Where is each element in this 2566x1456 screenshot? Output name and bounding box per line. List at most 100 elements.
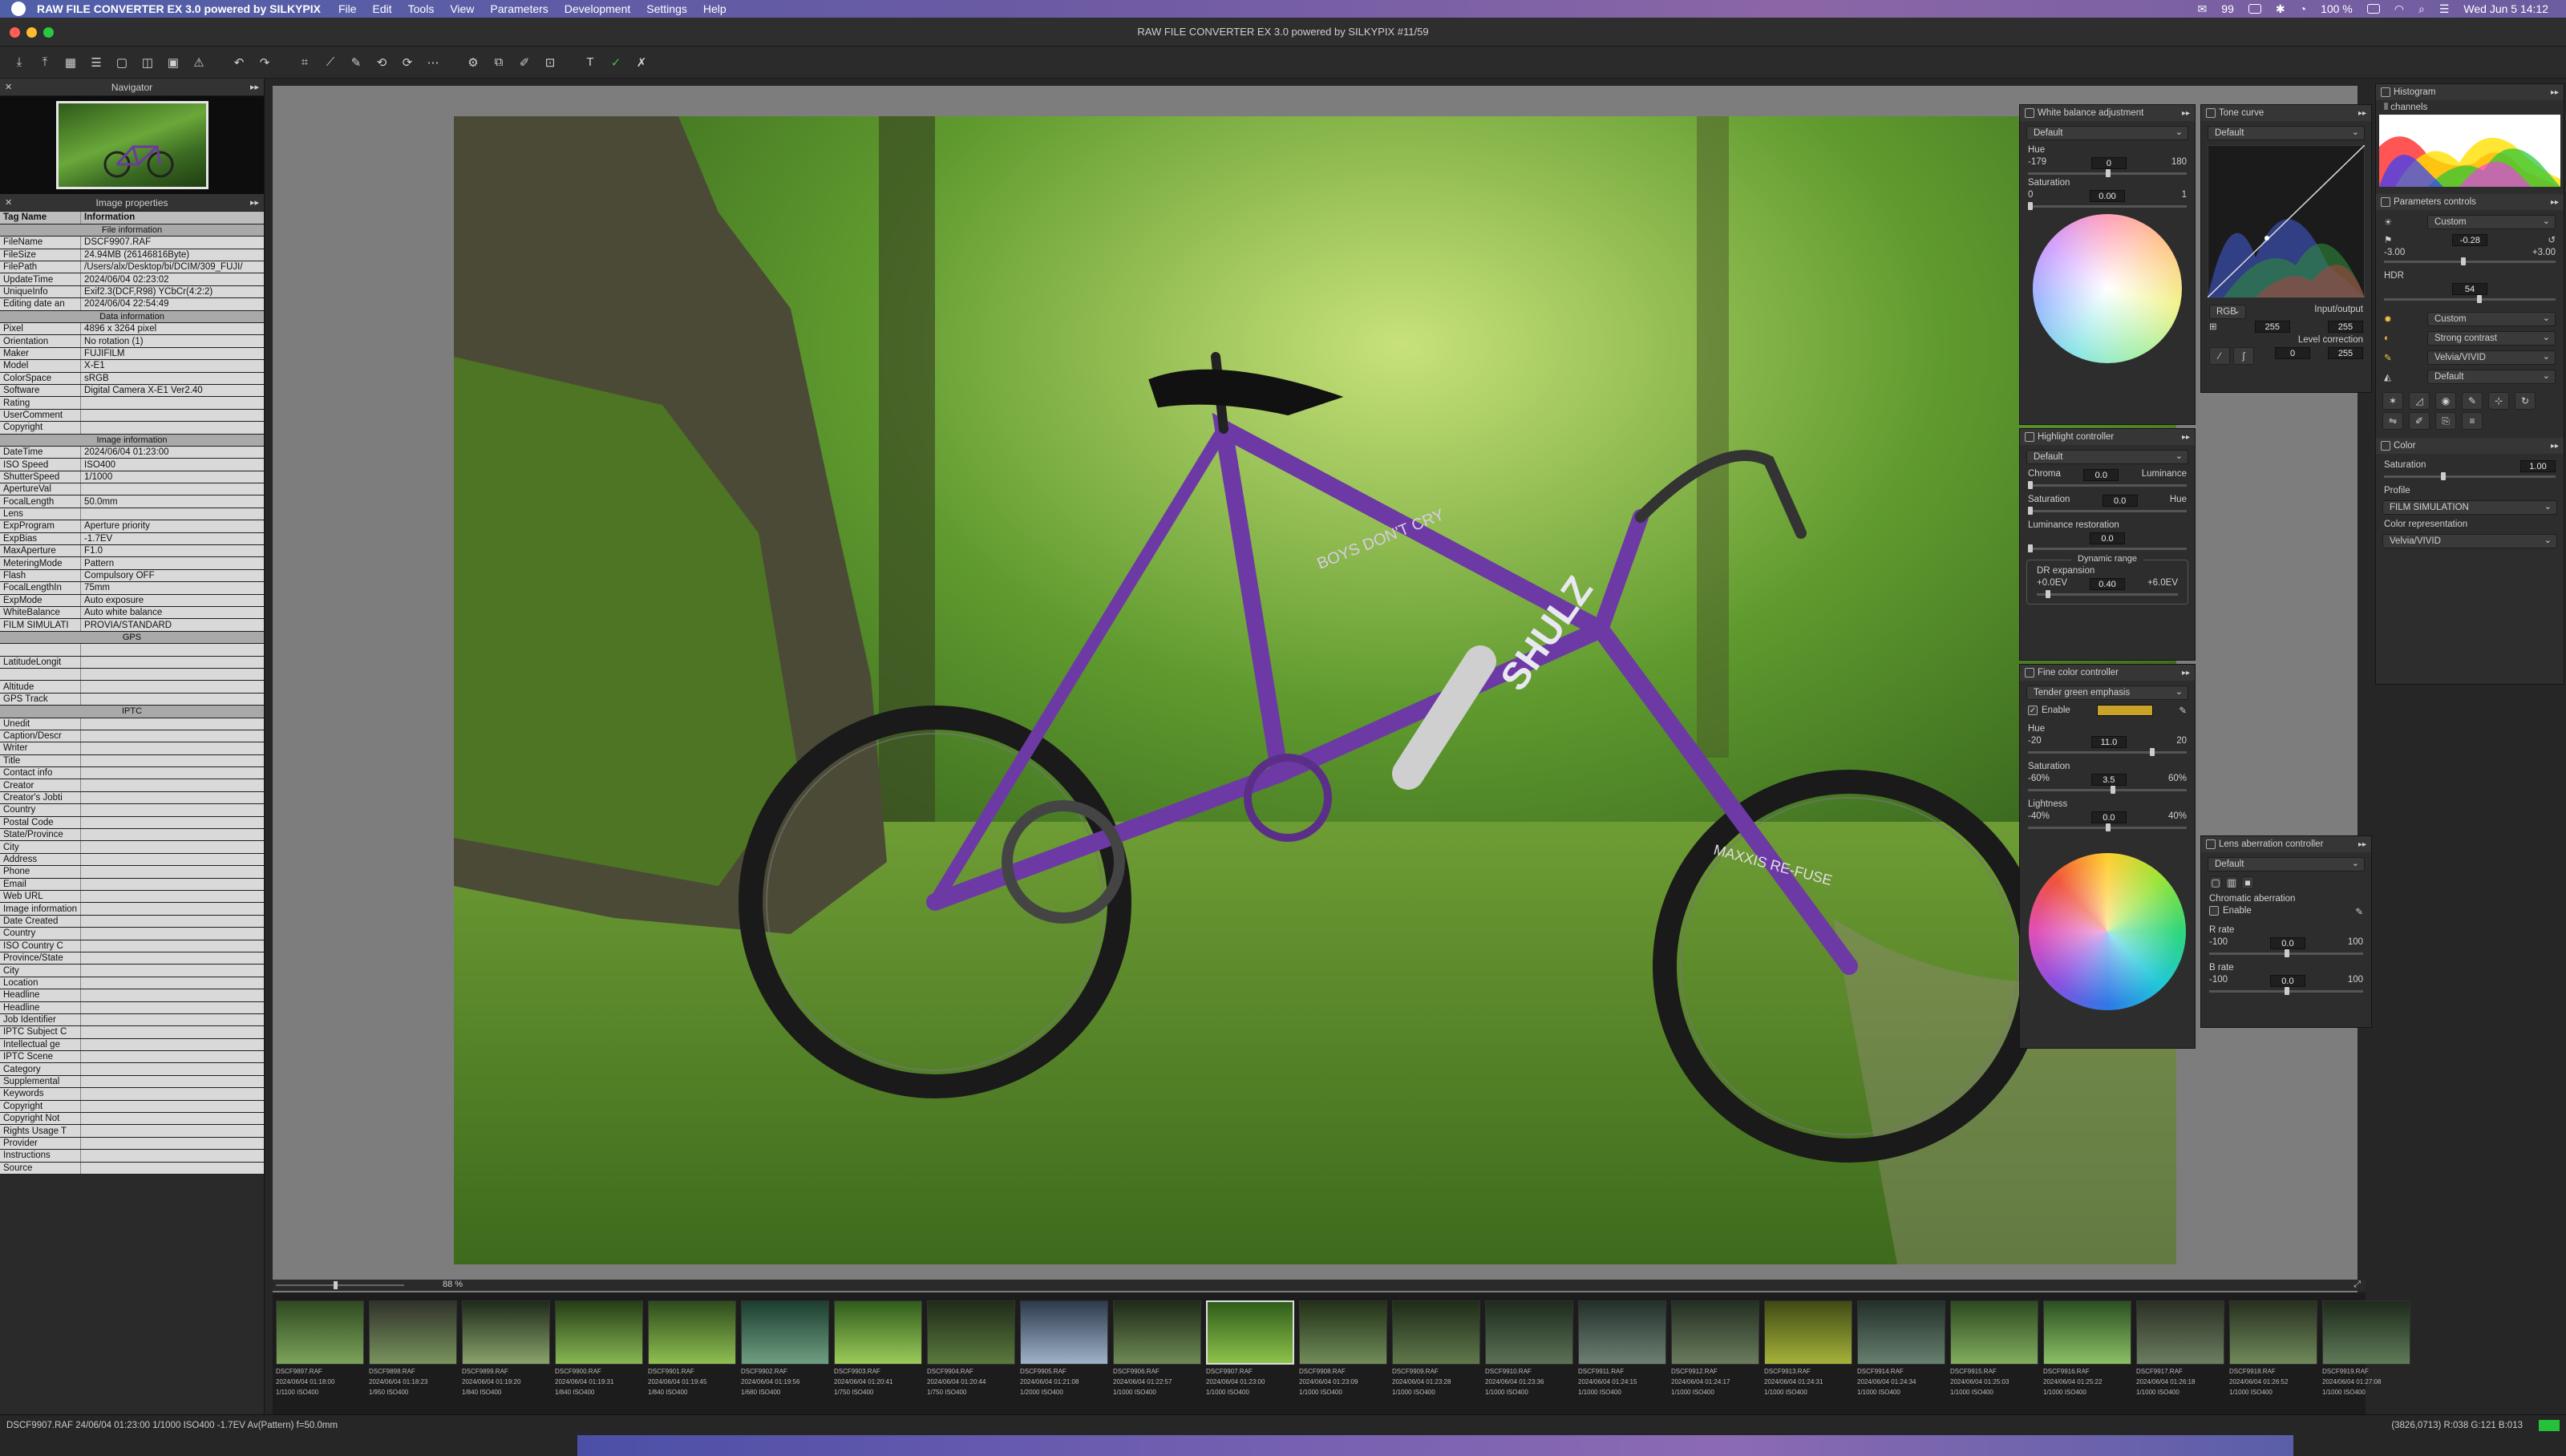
menu-edit[interactable]: Edit [373,2,392,15]
properties-row[interactable]: Creator [0,779,264,792]
curve-icon[interactable]: ◿ [2409,392,2430,410]
properties-row[interactable]: City [0,964,264,977]
thumbnail-image[interactable] [1950,1300,2038,1365]
fine-color-wheel[interactable] [2029,853,2186,1010]
hl-lumrest-slider[interactable] [2028,544,2187,552]
properties-row[interactable]: Editing date an 2024/06/04 22:54:49 [0,297,264,311]
lens-enable-checkbox[interactable] [2209,906,2219,916]
lens-mode-3-button[interactable]: ■ [2241,876,2254,889]
filmstrip-thumbnail[interactable]: DSCF9917.RAF 2024/06/04 01:26:18 1/1000 IS… [2136,1300,2224,1413]
panel-close-icon[interactable]: ▸▸ [2551,198,2559,207]
lens-mode-1-button[interactable]: ▢ [2209,876,2222,889]
wb-hue-knob[interactable] [2106,169,2111,177]
lens-b-knob[interactable] [2285,987,2290,995]
filmstrip-thumbnail[interactable]: DSCF9901.RAF 2024/06/04 01:19:45 1/840 ISO… [648,1300,736,1413]
thumbnail-image[interactable] [1485,1300,1573,1365]
fc-sat-slider[interactable] [2028,786,2187,794]
param-preset[interactable]: Custom [2427,215,2556,229]
hdr-knob[interactable] [2476,295,2482,303]
crop-icon[interactable]: ⌗ [295,54,314,71]
filmstrip-thumbnail[interactable]: DSCF9918.RAF 2024/06/04 01:26:52 1/1000 IS… [2229,1300,2317,1413]
thumbnail-image[interactable] [2136,1300,2224,1365]
develop-icon[interactable]: ⚙ [463,54,483,71]
properties-row[interactable]: Postal Code [0,816,264,830]
straighten-icon[interactable]: ⟋ [321,54,340,71]
thumbnail-image[interactable] [1764,1300,1852,1365]
tone-linear-button[interactable]: ⁄ [2209,347,2230,365]
menu-parameters[interactable]: Parameters [490,2,548,15]
noise-icon[interactable]: ✶ [2382,392,2403,410]
hl-sat-slider[interactable] [2028,507,2187,515]
filmstrip-thumbnail[interactable]: DSCF9916.RAF 2024/06/04 01:25:22 1/1000 IS… [2043,1300,2131,1413]
thumbnail-image[interactable] [462,1300,550,1365]
properties-section[interactable]: IPTC [0,705,264,718]
navigator-collapse-icon[interactable]: ▸▸ [250,82,259,92]
properties-row[interactable]: DateTime 2024/06/04 01:23:00 [0,446,264,459]
properties-row[interactable]: Rating [0,396,264,410]
zoom-slider[interactable] [276,1284,404,1286]
thumbnail-image[interactable] [1299,1300,1387,1365]
redo-icon[interactable]: ↷ [255,54,274,71]
dr-value[interactable]: 0.40 [2090,578,2125,590]
properties-row[interactable]: ColorSpace sRGB [0,372,264,385]
tone-output-value[interactable]: 255 [2327,321,2363,333]
menu-help[interactable]: Help [703,2,726,15]
thumbnail-image[interactable] [648,1300,736,1365]
tone-input-value[interactable]: 255 [2254,321,2290,333]
thumbnail-image[interactable] [834,1300,922,1365]
fine-color-swatch[interactable] [2096,705,2153,716]
properties-row[interactable]: Maker FUJIFILM [0,347,264,361]
dust-icon[interactable]: ⋯ [423,54,443,71]
properties-section[interactable]: File information [0,224,264,237]
properties-row[interactable]: Software Digital Camera X-E1 Ver2.40 [0,384,264,398]
properties-row[interactable]: Unedit [0,718,264,730]
control-center-icon[interactable]: ☰ [2439,2,2450,16]
dr-knob[interactable] [2045,590,2050,598]
properties-row[interactable]: Keywords [0,1087,264,1101]
levels-icon[interactable]: ≡ [2462,412,2483,430]
properties-row[interactable]: Category [0,1062,264,1076]
lens-r-value[interactable]: 0.0 [2269,937,2305,949]
eyedropper-icon[interactable]: ✎ [2179,705,2187,716]
properties-row[interactable]: Web URL [0,890,264,904]
properties-row[interactable]: ShutterSpeed 1/1000 [0,471,264,484]
color-rep-select[interactable]: Velvia/VIVID [2382,534,2557,548]
compare-icon[interactable]: ◫ [138,54,157,71]
properties-row[interactable]: Address [0,853,264,867]
filmstrip-thumbnail[interactable]: DSCF9914.RAF 2024/06/04 01:24:34 1/1000 IS… [1857,1300,1945,1413]
thumbnail-image[interactable] [2043,1300,2131,1365]
app-menu[interactable]: RAW FILE CONVERTER EX 3.0 powered by SIL… [37,2,321,15]
histogram-channels[interactable]: ll channels [2384,103,2556,112]
menubar-clock[interactable]: Wed Jun 5 14:12 [2463,2,2548,15]
properties-row[interactable]: Writer [0,742,264,755]
display-icon[interactable] [2248,4,2261,14]
panel-close-icon[interactable]: ▸▸ [2551,442,2559,451]
fc-hue-slider[interactable] [2028,748,2187,756]
spot-icon[interactable]: ✎ [346,54,366,71]
hdr-slider[interactable] [2384,295,2556,303]
filmstrip-thumbnail[interactable]: DSCF9899.RAF 2024/06/04 01:19:20 1/840 ISO… [462,1300,550,1413]
wb-sat-knob[interactable] [2028,202,2033,210]
filmstrip-thumbnail[interactable]: DSCF9904.RAF 2024/06/04 01:20:44 1/750 ISO… [927,1300,1015,1413]
filmstrip-thumbnail[interactable]: DSCF9910.RAF 2024/06/04 01:23:36 1/1000 IS… [1485,1300,1573,1413]
dr-slider[interactable] [2037,590,2178,598]
hl-lumrest-knob[interactable] [2028,544,2033,552]
properties-row[interactable]: UpdateTime 2024/06/04 02:23:02 [0,273,264,286]
properties-row[interactable]: Copyright [0,1100,264,1114]
menu-file[interactable]: File [338,2,357,15]
rotate-right-icon[interactable]: ⟳ [398,54,417,71]
filmstrip-thumbnail[interactable]: DSCF9903.RAF 2024/06/04 01:20:41 1/750 ISO… [834,1300,922,1413]
properties-row[interactable]: MaxAperture F1.0 [0,544,264,558]
white-balance-preset[interactable]: Default [2026,126,2188,140]
reject-icon[interactable]: ✗ [632,54,651,71]
sharpness-preset[interactable]: Default [2427,370,2556,384]
lens-r-slider[interactable] [2209,949,2363,957]
properties-row[interactable]: FocalLength 50.0mm [0,495,264,508]
properties-row[interactable]: Supplemental [0,1075,264,1089]
color-preset[interactable]: Velvia/VIVID [2427,350,2556,365]
lens-mode-2-button[interactable]: ▥ [2225,876,2238,889]
hl-lumrest-value[interactable]: 0.0 [2090,532,2125,544]
lens-eyedropper-icon[interactable]: ✎ [2355,906,2363,917]
thumbnail-image[interactable] [927,1300,1015,1365]
filmstrip-thumbnail[interactable]: DSCF9902.RAF 2024/06/04 01:19:56 1/680 ISO… [741,1300,829,1413]
